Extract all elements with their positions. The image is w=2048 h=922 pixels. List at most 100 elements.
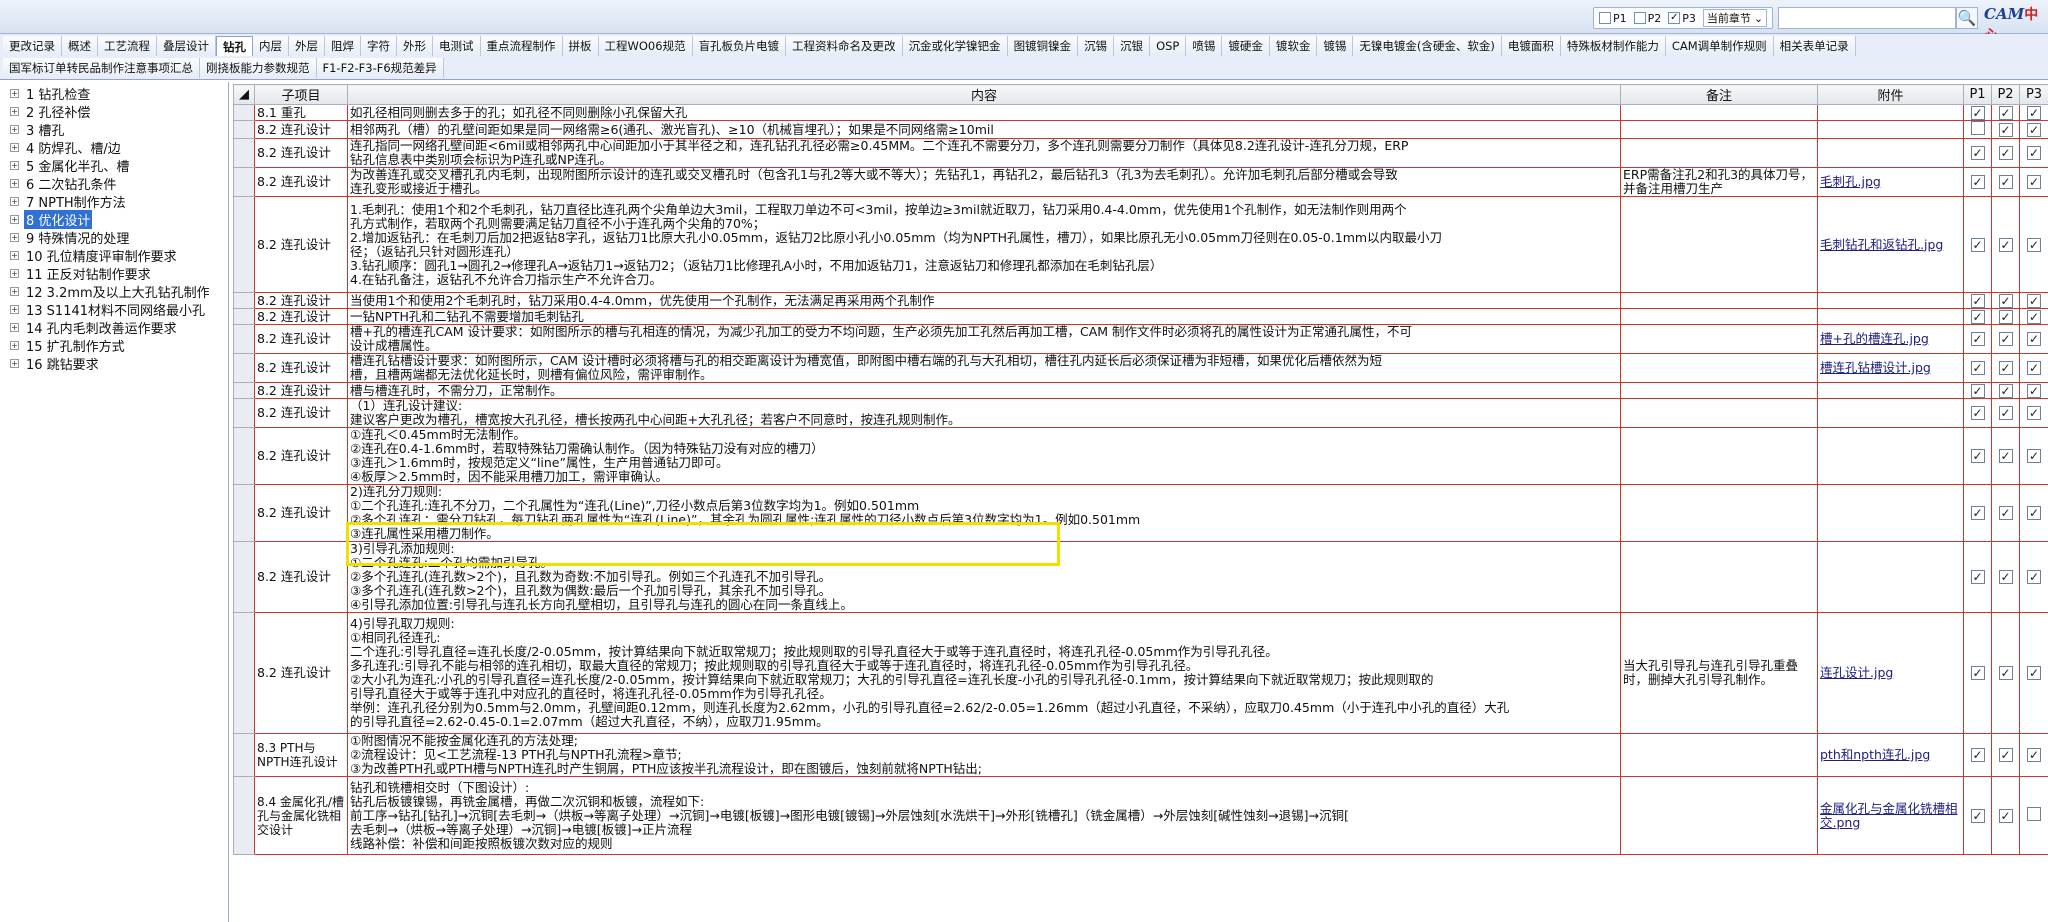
p3-checkbox[interactable]: ✓	[2027, 449, 2041, 463]
tree-node[interactable]: +1 钻孔检查	[0, 84, 228, 103]
p3-checkbox[interactable]: ✓	[2027, 122, 2041, 137]
col-attach[interactable]: 附件	[1817, 84, 1964, 105]
col-p3[interactable]: P3	[2019, 84, 2048, 105]
p2-checkbox[interactable]: ✓	[1998, 666, 2013, 680]
row-indicator[interactable]	[233, 541, 255, 613]
tab-tabs_row1-27[interactable]: 特殊板材制作能力	[1560, 36, 1666, 56]
tree-node[interactable]: +9 特殊情况的处理	[0, 228, 228, 247]
expand-icon[interactable]: +	[10, 304, 19, 314]
col-content[interactable]: 内容	[347, 84, 1621, 105]
p2-checkbox[interactable]: ✓	[1998, 175, 2013, 189]
tree-node[interactable]: +5 金属化半孔、槽	[0, 156, 228, 175]
tab-tabs_row1-17[interactable]: 图镀铜镍金	[1007, 36, 1079, 56]
tab-tabs_row1-21[interactable]: 喷锡	[1186, 36, 1223, 56]
p2-checkbox[interactable]	[1633, 12, 1646, 24]
p1-checkbox[interactable]: ✓	[1970, 105, 1985, 120]
expand-icon[interactable]: +	[10, 178, 19, 188]
expand-icon[interactable]: +	[10, 232, 19, 242]
tab-tabs_row1-26[interactable]: 电镀面积	[1501, 36, 1561, 56]
p1-checkbox[interactable]: ✓	[1970, 309, 1985, 324]
col-p2[interactable]: P2	[1991, 84, 2020, 105]
p3-checkbox[interactable]: ✓	[2027, 293, 2041, 308]
row-indicator[interactable]	[233, 104, 255, 121]
filter-p3[interactable]: ✓ P3	[1668, 12, 1696, 25]
p1-checkbox[interactable]: ✓	[1970, 506, 1985, 520]
p2-checkbox[interactable]: ✓	[1998, 748, 2013, 762]
tab-tabs_row1-22[interactable]: 镀硬金	[1222, 36, 1270, 56]
p3-checkbox[interactable]: ✓	[2027, 309, 2041, 324]
tab-tabs_row1-2[interactable]: 工艺流程	[98, 36, 157, 56]
expand-icon[interactable]: +	[10, 124, 19, 134]
p1-checkbox[interactable]: ✓	[1970, 146, 1985, 160]
tree-node[interactable]: +7 NPTH制作方法	[0, 192, 228, 211]
tab-tabs_row1-9[interactable]: 外形	[397, 36, 433, 56]
tab-tabs_row1-10[interactable]: 电测试	[433, 36, 481, 56]
tab-tabs_row1-11[interactable]: 重点流程制作	[480, 36, 563, 56]
tab-tabs_row1-28[interactable]: CAM调单制作规则	[1665, 36, 1774, 56]
attachment-link[interactable]: 槽+孔的槽连孔.jpg	[1820, 331, 1929, 346]
row-indicator[interactable]	[233, 353, 255, 383]
tab-tabs_row2-0[interactable]: 国军标订单转民品制作注意事项汇总	[3, 58, 200, 78]
p1-checkbox[interactable]: ✓	[1970, 237, 1985, 252]
tab-tabs_row1-15[interactable]: 工程资料命名及更改	[786, 36, 903, 56]
p2-checkbox[interactable]: ✓	[1998, 406, 2013, 420]
p3-checkbox[interactable]: ✓	[2027, 175, 2041, 189]
p2-checkbox[interactable]: ✓	[1998, 332, 2013, 346]
col-sub[interactable]: 子项目	[254, 84, 348, 105]
p1-checkbox[interactable]: ✓	[1970, 748, 1985, 762]
tab-tabs_row1-4[interactable]: 钻孔	[216, 36, 253, 56]
p1-checkbox[interactable]: ✓	[1970, 449, 1985, 463]
tab-tabs_row1-6[interactable]: 外层	[289, 36, 325, 56]
p2-checkbox[interactable]: ✓	[1998, 570, 2013, 584]
row-indicator[interactable]	[233, 484, 255, 542]
tab-tabs_row1-20[interactable]: OSP	[1150, 36, 1187, 56]
row-indicator[interactable]	[233, 324, 255, 354]
row-indicator[interactable]	[233, 292, 255, 309]
p1-checkbox[interactable]: ✓	[1970, 383, 1985, 398]
p2-checkbox[interactable]: ✓	[1998, 122, 2013, 137]
attachment-link[interactable]: pth和npth连孔.jpg	[1820, 747, 1930, 762]
p1-checkbox[interactable]: ✓	[1970, 293, 1985, 308]
expand-icon[interactable]: +	[10, 106, 19, 116]
p3-checkbox[interactable]: ✓	[2027, 361, 2041, 375]
expand-icon[interactable]: +	[10, 322, 19, 332]
tab-tabs_row1-8[interactable]: 字符	[361, 36, 397, 56]
p2-checkbox[interactable]: ✓	[1998, 105, 2013, 120]
tab-tabs_row2-1[interactable]: 刚挠板能力参数规范	[200, 58, 317, 78]
row-indicator[interactable]	[233, 427, 255, 485]
col-p1[interactable]: P1	[1963, 84, 1992, 105]
row-indicator[interactable]	[233, 308, 255, 325]
tree-node[interactable]: +13 S1141材料不同网络最小孔	[0, 300, 228, 319]
tree-node[interactable]: +14 孔内毛刺改善运作要求	[0, 318, 228, 337]
expand-icon[interactable]: +	[10, 250, 19, 260]
row-indicator[interactable]	[233, 196, 255, 293]
tree-node[interactable]: +15 扩孔制作方式	[0, 336, 228, 355]
p1-checkbox[interactable]	[1599, 12, 1611, 24]
tree-node[interactable]: +10 孔位精度评审制作要求	[0, 246, 228, 265]
row-indicator[interactable]	[233, 398, 255, 428]
p1-checkbox[interactable]: ✓	[1970, 332, 1985, 346]
tab-tabs_row1-1[interactable]: 概述	[62, 36, 98, 56]
tab-tabs_row1-7[interactable]: 阻焊	[325, 36, 361, 56]
p3-checkbox[interactable]: ✓	[2027, 332, 2041, 346]
p2-checkbox[interactable]: ✓	[1998, 293, 2013, 308]
row-indicator[interactable]	[233, 167, 255, 197]
filter-p1[interactable]: P1	[1599, 12, 1627, 25]
tab-tabs_row1-5[interactable]: 内层	[253, 36, 289, 56]
p2-checkbox[interactable]: ✓	[1998, 361, 2013, 375]
expand-icon[interactable]: +	[10, 268, 19, 278]
expand-icon[interactable]: +	[10, 214, 19, 224]
tree-node[interactable]: +6 二次钻孔条件	[0, 174, 228, 193]
p3-checkbox[interactable]: ✓	[2027, 237, 2041, 252]
p1-checkbox[interactable]: ✓	[1970, 406, 1985, 420]
tree-node[interactable]: +16 跳钻要求	[0, 354, 228, 373]
p3-checkbox[interactable]: ✓	[2027, 105, 2041, 120]
row-indicator[interactable]	[233, 612, 255, 734]
tree-node[interactable]: +11 正反对钻制作要求	[0, 264, 228, 283]
search-button[interactable]: 🔍	[1956, 7, 1978, 29]
row-indicator[interactable]	[233, 382, 255, 399]
expand-icon[interactable]: +	[10, 196, 19, 206]
p1-checkbox[interactable]: ✓	[1970, 666, 1985, 680]
expand-icon[interactable]: +	[10, 286, 19, 296]
tab-tabs_row1-24[interactable]: 镀锡	[1317, 36, 1354, 56]
